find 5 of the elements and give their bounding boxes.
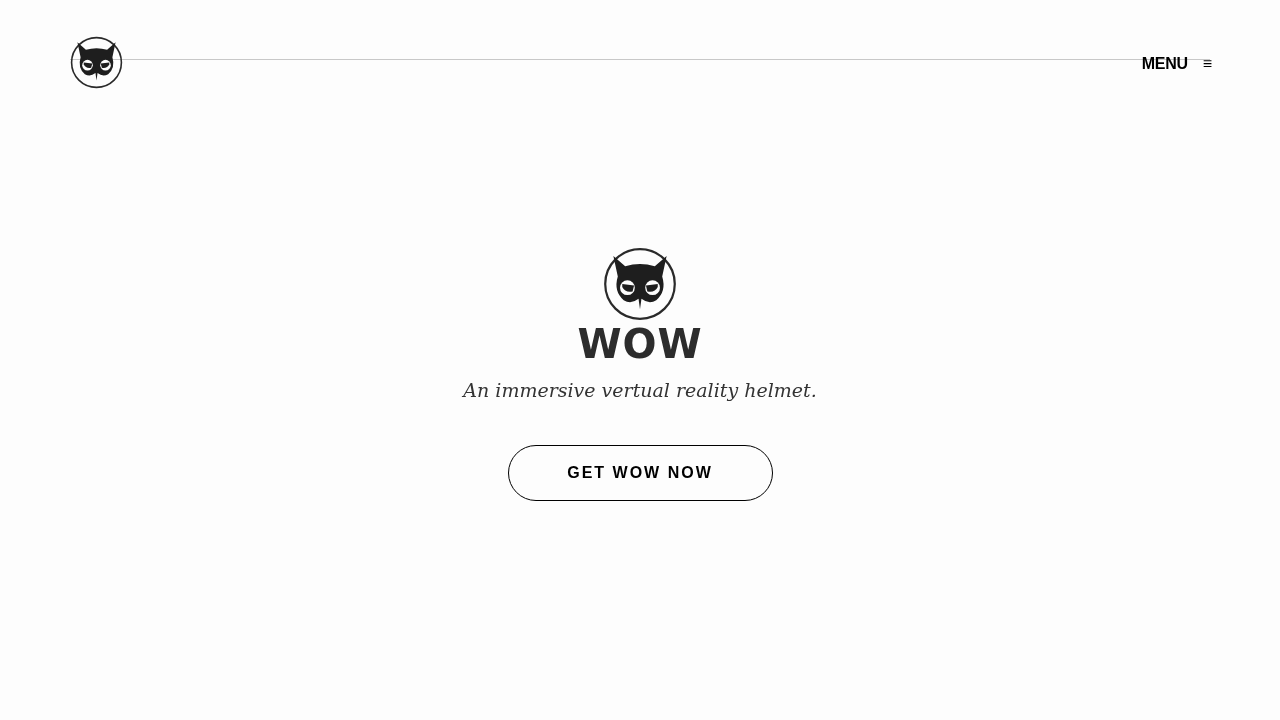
brand-name: WOW (577, 324, 703, 364)
owl-logo-icon (603, 247, 677, 321)
tagline: An immersive vertual reality helmet. (463, 378, 817, 403)
menu-button[interactable]: MENU ≡ (1141, 52, 1212, 76)
owl-logo-icon[interactable] (70, 36, 123, 89)
